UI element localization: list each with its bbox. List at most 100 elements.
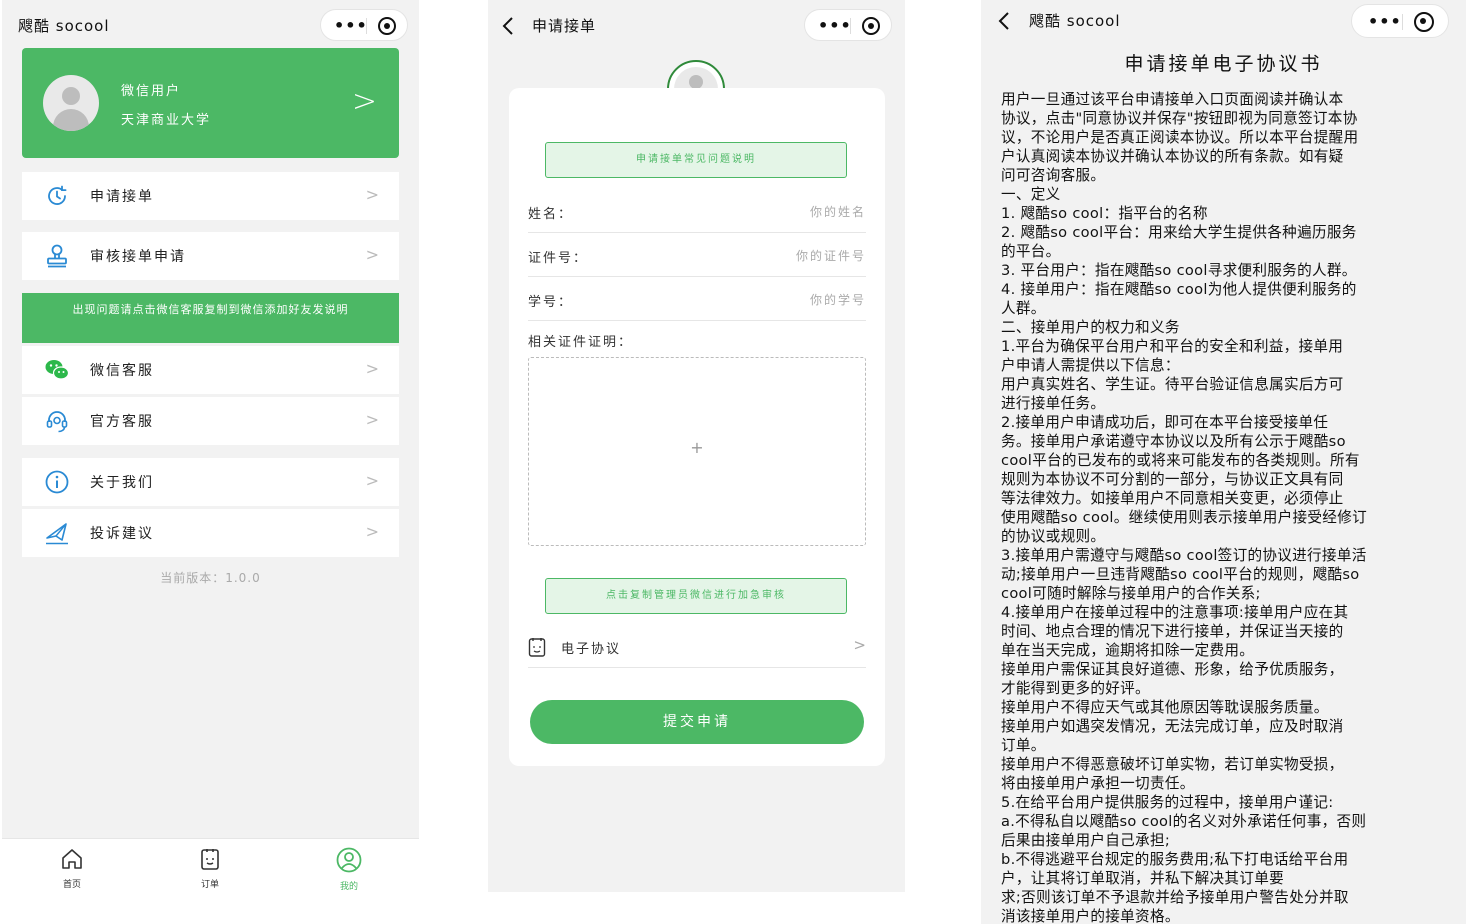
document-line: 订单。: [1001, 737, 1046, 754]
faq-button[interactable]: 申请接单常见问题说明: [545, 142, 847, 178]
capsule-divider: [366, 18, 367, 34]
protocol-label: 电子协议: [561, 642, 622, 657]
close-target-icon[interactable]: [1414, 12, 1434, 32]
document-line: 接单用户需保证其良好道德、形象，给予优质服务，: [1001, 661, 1344, 678]
id-number-input[interactable]: 你的证件号: [796, 247, 866, 264]
name-input[interactable]: 你的姓名: [810, 203, 866, 220]
more-icon[interactable]: •••: [818, 16, 852, 35]
menu-label: 官方客服: [90, 414, 154, 430]
upload-area[interactable]: +: [528, 357, 866, 546]
document-line: 时间、地点合理的情况下进行接单，并保证当天接的: [1001, 623, 1344, 640]
field-label: 学号：: [528, 295, 574, 310]
mini-program-capsule: •••: [804, 9, 892, 41]
paper-plane-icon: [46, 523, 68, 545]
menu-label: 申请接单: [90, 189, 154, 205]
name-field[interactable]: 姓名： 你的姓名: [528, 189, 866, 233]
menu-label: 关于我们: [90, 475, 154, 491]
document-line: 2.接单用户申请成功后，即可在本平台接受接单任: [1001, 414, 1329, 431]
chevron-right-icon: >: [365, 410, 379, 429]
document-body: 用户一旦通过该平台申请接单入口页面阅读并确认本 协议，点击"同意协议并保存"按钮即…: [1001, 90, 1447, 924]
document-line: 才能得到更多的好评。: [1001, 680, 1150, 697]
capsule-divider: [850, 18, 851, 34]
more-icon[interactable]: •••: [334, 16, 368, 35]
tab-orders[interactable]: 订单: [180, 847, 240, 890]
capsule-divider: [1402, 14, 1403, 30]
help-notice: 出现问题请点击微信客服复制到微信添加好友发说明: [22, 293, 399, 343]
document-icon: [528, 638, 546, 657]
document-line: 一、定义: [1001, 186, 1061, 203]
protocol-screen: 飕酷 socool ••• 申请接单电子协议书 用户一旦通过该平台申请接单入口页…: [981, 0, 1466, 924]
profile-card[interactable]: 微信用户 天津商业大学 >: [22, 48, 399, 158]
document-line: 务。接单用户承诺遵守本协议以及所有公示于飕酷so: [1001, 433, 1346, 450]
user-nickname: 微信用户: [121, 84, 182, 99]
clock-refresh-icon: [48, 185, 67, 205]
document-line: 户，让其将订单取消，并私下解决其订单要: [1001, 870, 1284, 887]
avatar: [43, 75, 99, 131]
document-line: 将由接单用户承担一切责任。: [1001, 775, 1195, 792]
menu-item-wechat-service[interactable]: 微信客服 >: [22, 346, 399, 394]
page-title: 申请接单: [532, 17, 597, 35]
close-target-icon[interactable]: [862, 17, 880, 35]
headset-icon: [46, 411, 68, 433]
version-text: 当前版本：1.0.0: [160, 571, 261, 585]
menu-label: 微信客服: [90, 363, 154, 379]
stamp-icon: [47, 244, 67, 268]
document-line: 1. 飕酷so cool：指平台的名称: [1001, 205, 1208, 222]
menu-label: 投诉建议: [90, 526, 154, 542]
e-protocol-row[interactable]: 电子协议 >: [528, 627, 866, 668]
document-line: a.不得私自以飕酷so cool的名义对外承诺任何事，否则: [1001, 813, 1367, 830]
document-line: 议，不论用户是否真正阅读本协议。所以本平台提醒用: [1001, 129, 1359, 146]
chevron-right-icon: >: [365, 359, 379, 378]
tab-label: 我的: [339, 882, 358, 892]
document-line: 人群。: [1001, 300, 1046, 317]
document-line: cool可随时解除与接单用户的合作关系;: [1001, 585, 1261, 602]
chevron-right-icon: >: [365, 471, 379, 490]
app-title: 飕酷 socool: [1029, 12, 1121, 30]
document-line: 使用飕酷so cool。继续使用则表示接单用户接受经修订: [1001, 509, 1367, 526]
menu-item-about-us[interactable]: 关于我们 >: [22, 458, 399, 506]
copy-admin-wechat-button[interactable]: 点击复制管理员微信进行加急审核: [545, 578, 847, 614]
menu-item-feedback[interactable]: 投诉建议 >: [22, 509, 399, 557]
tab-home[interactable]: 首页: [42, 847, 102, 890]
more-icon[interactable]: •••: [1368, 12, 1402, 31]
student-number-field[interactable]: 学号： 你的学号: [528, 277, 866, 321]
back-arrow-icon[interactable]: [502, 17, 514, 35]
document-line: b.不得逃避平台规定的服务费用;私下打电话给平台用: [1001, 851, 1349, 868]
profile-icon: [336, 847, 362, 873]
mini-program-capsule: •••: [1351, 4, 1449, 38]
document-line: 接单用户不得应天气或其他原因等耽误服务质量。: [1001, 699, 1329, 716]
document-line: 进行接单任务。: [1001, 395, 1106, 412]
chevron-right-icon: >: [365, 245, 379, 264]
document-line: 2. 飕酷so cool平台：用来给大学生提供各种遍历服务: [1001, 224, 1357, 241]
tab-label: 首页: [62, 880, 81, 890]
plus-icon: +: [690, 438, 704, 457]
field-label: 证件号：: [528, 251, 589, 266]
menu-item-review-application[interactable]: 审核接单申请 >: [22, 232, 399, 280]
chevron-right-icon: >: [365, 522, 379, 541]
document-line: 5.在给平台用户提供服务的过程中，接单用户谨记:: [1001, 794, 1334, 811]
document-line: 单在当天完成，逾期将扣除一定费用。: [1001, 642, 1255, 659]
chevron-right-icon: >: [351, 84, 377, 119]
document-line: 4. 接单用户：指在飕酷so cool为他人提供便利服务的: [1001, 281, 1357, 298]
tab-bar: 首页 订单 我的: [2, 838, 419, 924]
document-line: 4.接单用户在接单过程中的注意事项:接单用户应在其: [1001, 604, 1349, 621]
document-line: 二、接单用户的权力和义务: [1001, 319, 1180, 336]
document-line: cool平台的已发布的或将来可能发布的各类规则。所有: [1001, 452, 1360, 469]
menu-item-apply-order[interactable]: 申请接单 >: [22, 172, 399, 220]
top-bar: 飕酷 socool •••: [981, 0, 1466, 52]
back-arrow-icon[interactable]: [998, 12, 1010, 30]
tab-label: 订单: [200, 880, 219, 890]
application-form-card: 申请接单常见问题说明 姓名： 你的姓名 证件号： 你的证件号 学号： 你的学号 …: [509, 88, 885, 766]
apply-order-screen: 申请接单 ••• 申请接单常见问题说明 姓名： 你的姓名 证件号： 你的证件号 …: [488, 0, 905, 892]
tab-mine[interactable]: 我的: [319, 847, 379, 892]
student-number-input[interactable]: 你的学号: [810, 291, 866, 308]
document-line: 用户真实姓名、学生证。待平台验证信息属实后方可: [1001, 376, 1344, 393]
document-line: 求;否则该订单不予退款并给予接单用户警告处分并取: [1001, 889, 1349, 906]
mini-program-capsule: •••: [320, 9, 408, 41]
document-line: 接单用户如遇突发情况，无法完成订单，应及时取消: [1001, 718, 1344, 735]
menu-item-official-service[interactable]: 官方客服 >: [22, 397, 399, 445]
id-number-field[interactable]: 证件号： 你的证件号: [528, 233, 866, 277]
close-target-icon[interactable]: [378, 17, 396, 35]
top-bar: 申请接单 •••: [488, 0, 905, 52]
submit-button[interactable]: 提交申请: [530, 700, 864, 744]
